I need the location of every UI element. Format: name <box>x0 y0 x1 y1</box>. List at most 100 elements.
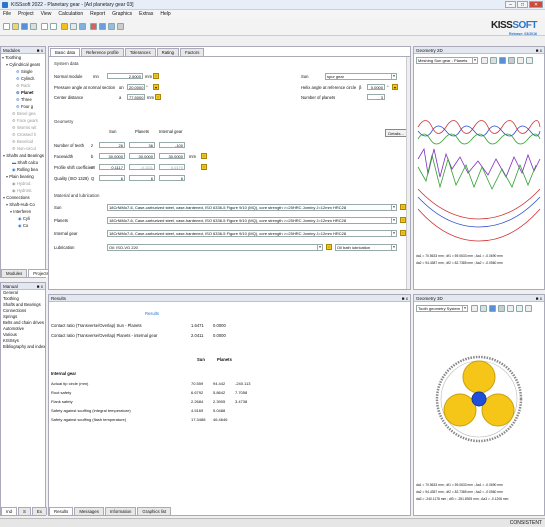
teeth-sun-input[interactable]: 26 <box>99 142 125 148</box>
tree-item[interactable]: ⚙ Worms wit <box>2 124 45 131</box>
teeth-internal-input[interactable]: -100 <box>159 142 185 148</box>
pressure-angle-input[interactable]: 20.0000 <box>127 84 145 90</box>
menu-extras[interactable]: Extras <box>139 11 153 17</box>
center-distance-input[interactable]: 77.5000 <box>127 94 145 100</box>
tree-item[interactable]: ▬ Shaft calcu <box>2 159 45 166</box>
save-icon[interactable] <box>489 305 496 312</box>
print-icon[interactable] <box>30 23 37 30</box>
tab-index[interactable]: Ind <box>1 507 17 515</box>
pin-icon[interactable]: ■ x <box>536 295 542 302</box>
quality-sun-input[interactable]: 6 <box>99 175 125 181</box>
menu-help[interactable]: Help <box>160 11 170 17</box>
tree-item[interactable]: ⚙ Cylindr. <box>2 75 45 82</box>
planetary-gear-3d-view[interactable] <box>416 317 542 477</box>
tab-rating[interactable]: Rating <box>156 48 180 56</box>
tab-modules[interactable]: Modules <box>1 269 28 277</box>
teeth-planets-input[interactable]: 36 <box>129 142 155 148</box>
rotate-icon[interactable] <box>525 305 532 312</box>
settings-icon[interactable] <box>498 305 505 312</box>
settings-icon[interactable] <box>508 57 515 64</box>
minimize-button[interactable]: – <box>505 1 516 8</box>
facewidth-planets-input[interactable]: 30.0000 <box>129 153 155 159</box>
tab-basic-data[interactable]: Basic data <box>50 48 81 56</box>
manual-item[interactable]: Bibliography and index <box>3 344 45 350</box>
tree-item[interactable]: ⚙ Non-circul <box>2 145 45 152</box>
tree-item[interactable]: ⚙ Three <box>2 96 45 103</box>
tree-item[interactable]: ▾ Connections <box>2 194 45 201</box>
settings-icon[interactable] <box>117 23 124 30</box>
menu-report[interactable]: Report <box>90 11 105 17</box>
help-icon[interactable] <box>99 23 106 30</box>
tree-item[interactable]: ▾ Interferen <box>2 208 45 215</box>
facewidth-sun-input[interactable]: 30.0000 <box>99 153 125 159</box>
material-sun-select[interactable]: 18CrNiMo7-6, Case-carburized steel, case… <box>107 204 397 211</box>
tree-item[interactable]: ▾ Shaft-Hub-Co <box>2 201 45 208</box>
print-icon[interactable] <box>480 305 487 312</box>
tree-item[interactable]: ⚙ Crossed h <box>2 131 45 138</box>
facewidth-internal-input[interactable]: 30.0000 <box>159 153 185 159</box>
material-internal-select[interactable]: 18CrNiMo7-6, Case-carburized steel, case… <box>107 230 397 237</box>
details-button[interactable]: Details... <box>385 129 407 137</box>
tab-results[interactable]: Results <box>49 507 74 515</box>
rotate-icon[interactable] <box>526 57 533 64</box>
tree-item[interactable]: ▾ Plain bearing <box>2 173 45 180</box>
normal-module-input[interactable]: 2.5000 <box>107 73 143 79</box>
lubrication-select[interactable]: Oil: ISO-VG 220 ▾ <box>107 244 323 251</box>
tree-item[interactable]: ◉ Hydrost. <box>2 187 45 194</box>
view-icon[interactable] <box>516 305 523 312</box>
print-icon[interactable] <box>490 57 497 64</box>
tab-examples[interactable]: Ex <box>31 507 47 515</box>
tree-item-selected[interactable]: ⚙ Planet <box>2 89 45 96</box>
info-icon[interactable] <box>108 23 115 30</box>
tree-item[interactable]: ⚙ Single <box>2 68 45 75</box>
tab-graphics-list[interactable]: Graphics list <box>137 507 172 515</box>
sun-type-select[interactable]: spur gear ▾ <box>325 73 397 80</box>
sizing-button[interactable]: ⋮ <box>153 73 159 79</box>
export-icon[interactable] <box>507 305 514 312</box>
menu-view[interactable]: View <box>41 11 52 17</box>
menu-graphics[interactable]: Graphics <box>112 11 132 17</box>
close-button[interactable]: ✕ <box>529 1 543 8</box>
quality-internal-input[interactable]: 6 <box>159 175 185 181</box>
undo-icon[interactable] <box>41 23 48 30</box>
quality-planets-input[interactable]: 6 <box>129 175 155 181</box>
tab-reference-profile[interactable]: Reference profile <box>81 48 124 56</box>
profile-shift-internal-input[interactable]: 0.0170 <box>159 164 185 170</box>
pressure-angle-dropdown[interactable]: ▾ <box>153 84 159 90</box>
geometry-3d-select[interactable]: Tooth geometry System ▾ <box>416 305 468 312</box>
open-folder-icon[interactable] <box>12 23 19 30</box>
report-icon[interactable] <box>70 23 77 30</box>
pin-icon[interactable]: ■ x <box>536 47 542 54</box>
menu-file[interactable]: File <box>3 11 11 17</box>
tree-item[interactable]: ◉ Rolling bea <box>2 166 45 173</box>
tab-factors[interactable]: Factors <box>180 48 205 56</box>
zoom-icon[interactable] <box>471 305 478 312</box>
tab-information[interactable]: Information <box>104 507 137 515</box>
gear-mesh-plot[interactable] <box>416 69 542 249</box>
tree-item[interactable]: ⚙ Rack <box>2 82 45 89</box>
profile-shift-planets-input[interactable]: -0.1111 <box>129 164 155 170</box>
maximize-button[interactable]: □ <box>517 1 528 8</box>
tree-item[interactable]: ▾ Cylindrical gears <box>2 61 45 68</box>
graphics-icon[interactable] <box>90 23 97 30</box>
tree-item[interactable]: ⚙ Four g <box>2 103 45 110</box>
tree-item[interactable]: ◉ Co <box>2 222 45 229</box>
menu-calculation[interactable]: Calculation <box>58 11 83 17</box>
helix-angle-input[interactable]: 0.0000 <box>367 84 385 90</box>
center-distance-sizing-button[interactable]: ⋮ <box>155 94 161 100</box>
pin-icon[interactable]: ■ x <box>37 47 43 54</box>
lubrication-type-select[interactable]: Oil bath lubrication ▾ <box>335 244 397 251</box>
tree-item[interactable]: ◉ Hydrod. <box>2 180 45 187</box>
tree-item[interactable]: ◉ Cyli <box>2 215 45 222</box>
pin-icon[interactable]: ■ x <box>37 283 43 290</box>
save-icon[interactable] <box>499 57 506 64</box>
pin-icon[interactable]: ■ x <box>402 295 408 302</box>
calculate-icon[interactable] <box>61 23 68 30</box>
redo-icon[interactable] <box>50 23 57 30</box>
zoom-icon[interactable] <box>481 57 488 64</box>
tree-item[interactable]: ⚙ Face gears <box>2 117 45 124</box>
lubrication-button[interactable]: ⋮ <box>326 244 332 250</box>
geometry-2d-select[interactable]: Meshing Sun gear - Planets ▾ <box>416 57 478 64</box>
tree-item[interactable]: ▾ Shafts and Bearings <box>2 152 45 159</box>
profile-shift-sun-input[interactable]: 0.1117 <box>99 164 125 170</box>
